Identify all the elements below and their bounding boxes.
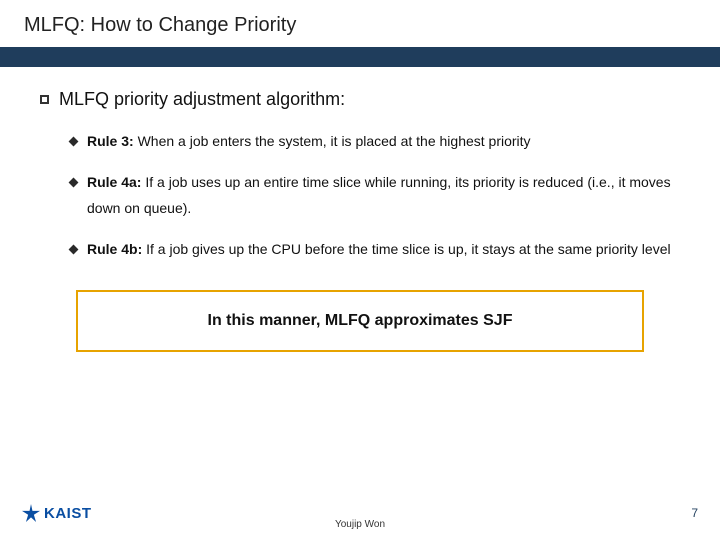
- rule-body: If a job gives up the CPU before the tim…: [142, 241, 670, 257]
- title-area: MLFQ: How to Change Priority: [0, 0, 720, 47]
- logo-star-icon: [22, 504, 40, 522]
- main-bullet-text: MLFQ priority adjustment algorithm:: [59, 89, 345, 110]
- square-bullet-icon: [40, 95, 49, 104]
- rule-label: Rule 3:: [87, 133, 134, 149]
- rule-label: Rule 4b:: [87, 241, 142, 257]
- rule-body: When a job enters the system, it is plac…: [134, 133, 531, 149]
- list-item: Rule 4a: If a job uses up an entire time…: [70, 169, 680, 222]
- rule-text: Rule 4a: If a job uses up an entire time…: [87, 169, 680, 222]
- kaist-logo: KAIST: [22, 504, 92, 522]
- rule-label: Rule 4a:: [87, 174, 141, 190]
- list-item: Rule 3: When a job enters the system, it…: [70, 128, 680, 155]
- slide-title: MLFQ: How to Change Priority: [24, 14, 696, 37]
- slide: MLFQ: How to Change Priority MLFQ priori…: [0, 0, 720, 540]
- main-bullet: MLFQ priority adjustment algorithm:: [40, 89, 680, 110]
- callout-box: In this manner, MLFQ approximates SJF: [76, 290, 644, 352]
- page-number: 7: [691, 506, 698, 520]
- diamond-bullet-icon: [69, 177, 79, 187]
- diamond-bullet-icon: [69, 137, 79, 147]
- rule-text: Rule 4b: If a job gives up the CPU befor…: [87, 236, 680, 263]
- logo-text: KAIST: [44, 505, 92, 522]
- diamond-bullet-icon: [69, 244, 79, 254]
- footer: KAIST Youjip Won 7: [0, 494, 720, 540]
- author-name: Youjip Won: [335, 519, 385, 530]
- title-bar: [0, 47, 720, 67]
- rule-body: If a job uses up an entire time slice wh…: [87, 174, 671, 217]
- rule-text: Rule 3: When a job enters the system, it…: [87, 128, 680, 155]
- rules-list: Rule 3: When a job enters the system, it…: [70, 128, 680, 262]
- list-item: Rule 4b: If a job gives up the CPU befor…: [70, 236, 680, 263]
- content-area: MLFQ priority adjustment algorithm: Rule…: [0, 67, 720, 540]
